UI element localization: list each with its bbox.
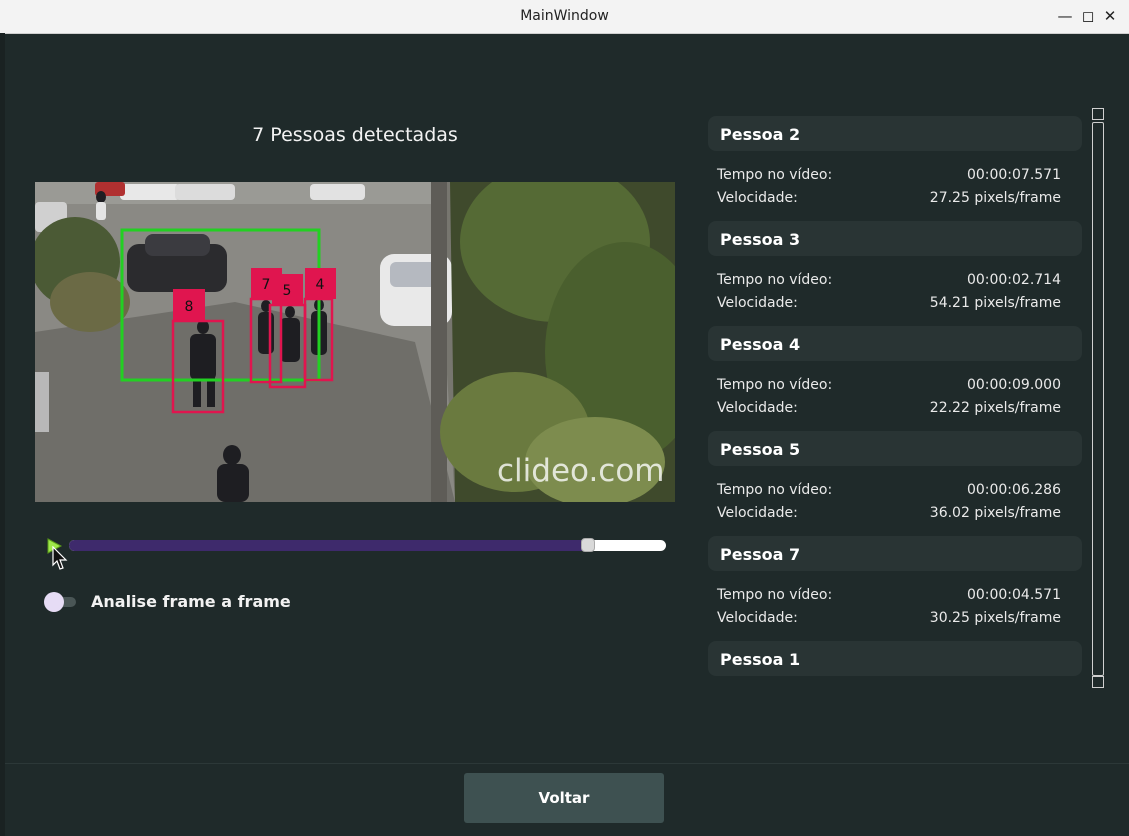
maximize-icon[interactable]: ◻ xyxy=(1079,7,1097,25)
person-card-header: Pessoa 2 xyxy=(708,116,1082,151)
speed-row: Velocidade: 36.02 pixels/frame xyxy=(717,505,1061,521)
speed-label: Velocidade: xyxy=(717,400,798,416)
speed-label: Velocidade: xyxy=(717,190,798,206)
time-value: 00:00:09.000 xyxy=(966,377,1061,393)
scroll-groove[interactable] xyxy=(1092,122,1104,676)
back-button[interactable]: Voltar xyxy=(464,773,664,823)
speed-value: 54.21 pixels/frame xyxy=(929,295,1061,311)
speed-row: Velocidade: 30.25 pixels/frame xyxy=(717,610,1061,626)
detected-count-heading: 7 Pessoas detectadas xyxy=(252,124,458,146)
person-name: Pessoa 7 xyxy=(720,545,801,564)
mouse-cursor-icon xyxy=(52,546,68,570)
minimize-icon[interactable]: — xyxy=(1056,7,1074,25)
time-label: Tempo no vídeo: xyxy=(717,482,833,498)
time-row: Tempo no vídeo: 00:00:09.000 xyxy=(717,377,1061,393)
speed-row: Velocidade: 54.21 pixels/frame xyxy=(717,295,1061,311)
time-value: 00:00:04.571 xyxy=(966,587,1061,603)
close-icon[interactable]: ✕ xyxy=(1101,7,1119,25)
speed-value: 22.22 pixels/frame xyxy=(929,400,1061,416)
person-card-header: Pessoa 3 xyxy=(708,221,1082,256)
time-value: 00:00:06.286 xyxy=(966,482,1061,498)
speed-label: Velocidade: xyxy=(717,505,798,521)
person-card-header: Pessoa 5 xyxy=(708,431,1082,466)
detection-label-5: 5 xyxy=(283,283,292,299)
detection-label-7: 7 xyxy=(262,277,271,293)
person-card-header: Pessoa 7 xyxy=(708,536,1082,571)
slider-fill xyxy=(69,540,589,551)
time-row: Tempo no vídeo: 00:00:04.571 xyxy=(717,587,1061,603)
time-label: Tempo no vídeo: xyxy=(717,272,833,288)
speed-value: 27.25 pixels/frame xyxy=(929,190,1061,206)
speed-row: Velocidade: 22.22 pixels/frame xyxy=(717,400,1061,416)
person-name: Pessoa 3 xyxy=(720,230,801,249)
speed-value: 36.02 pixels/frame xyxy=(929,505,1061,521)
toggle-knob xyxy=(44,592,64,612)
person-name: Pessoa 4 xyxy=(720,335,801,354)
speed-row: Velocidade: 27.25 pixels/frame xyxy=(717,190,1061,206)
slider-handle[interactable] xyxy=(581,538,596,552)
detection-label-8: 8 xyxy=(185,299,194,315)
time-label: Tempo no vídeo: xyxy=(717,587,833,603)
time-value: 00:00:07.571 xyxy=(966,167,1061,183)
speed-label: Velocidade: xyxy=(717,295,798,311)
person-name: Pessoa 1 xyxy=(720,650,801,669)
person-card-header: Pessoa 1 xyxy=(708,641,1082,676)
person-name: Pessoa 5 xyxy=(720,440,801,459)
speed-value: 30.25 pixels/frame xyxy=(929,610,1061,626)
video-frame: 8 7 5 4 clideo.com xyxy=(35,182,675,502)
time-row: Tempo no vídeo: 00:00:06.286 xyxy=(717,482,1061,498)
time-label: Tempo no vídeo: xyxy=(717,377,833,393)
speed-label: Velocidade: xyxy=(717,610,798,626)
time-row: Tempo no vídeo: 00:00:07.571 xyxy=(717,167,1061,183)
person-name: Pessoa 2 xyxy=(720,125,801,144)
video-scene: 8 7 5 4 clideo.com xyxy=(35,182,675,502)
time-label: Tempo no vídeo: xyxy=(717,167,833,183)
person-card-header: Pessoa 4 xyxy=(708,326,1082,361)
time-value: 00:00:02.714 xyxy=(966,272,1061,288)
frame-analysis-toggle[interactable] xyxy=(44,592,76,612)
footer-separator xyxy=(5,763,1129,764)
window-titlebar: MainWindow — ◻ ✕ xyxy=(0,0,1129,34)
time-row: Tempo no vídeo: 00:00:02.714 xyxy=(717,272,1061,288)
vertical-scrollbar[interactable] xyxy=(1092,108,1106,690)
people-list-panel[interactable]: Pessoa 2 Tempo no vídeo: 00:00:07.571 Vel… xyxy=(708,114,1086,686)
video-watermark: clideo.com xyxy=(497,453,665,489)
detection-label-4: 4 xyxy=(316,277,325,293)
frame-analysis-label: Analise frame a frame xyxy=(91,592,291,611)
video-progress-slider[interactable] xyxy=(69,540,666,551)
scroll-down-button[interactable] xyxy=(1092,676,1104,688)
scroll-up-button[interactable] xyxy=(1092,108,1104,120)
window-title: MainWindow xyxy=(520,8,609,24)
